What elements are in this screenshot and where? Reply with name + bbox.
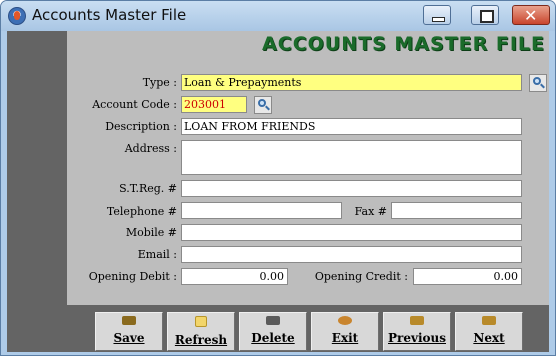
close-button[interactable]: ✕: [512, 5, 550, 25]
maximize-button[interactable]: [471, 5, 499, 25]
form-panel: ACCOUNTS MASTER FILE Type : Loan & Prepa…: [67, 31, 549, 305]
maximize-icon: [480, 10, 494, 23]
next-button-label: Next: [473, 331, 505, 345]
magnifier-handle: [540, 83, 545, 89]
save-button-label: Save: [113, 331, 145, 345]
opening-credit-field[interactable]: 0.00: [413, 268, 522, 285]
streg-field[interactable]: [181, 180, 522, 197]
fast-forward-icon: [482, 316, 496, 325]
page-title: ACCOUNTS MASTER FILE: [262, 33, 545, 55]
delete-button-label: Delete: [251, 331, 295, 345]
previous-button[interactable]: Previous: [383, 312, 451, 351]
fax-label: Fax #: [354, 205, 387, 218]
account-code-field[interactable]: 203001: [181, 96, 247, 113]
mobile-field[interactable]: [181, 224, 522, 241]
exit-icon: [338, 316, 352, 325]
telephone-field[interactable]: [181, 202, 342, 219]
minimize-icon: [432, 17, 445, 22]
window-title: Accounts Master File: [32, 6, 187, 24]
opening-debit-label: Opening Debit :: [88, 270, 177, 283]
address-field[interactable]: [181, 140, 522, 175]
account-code-lookup-button[interactable]: [254, 96, 272, 114]
type-field[interactable]: Loan & Prepayments: [181, 74, 522, 91]
account-code-label: Account Code :: [92, 98, 177, 111]
magnifier-handle: [265, 105, 270, 111]
close-icon: ✕: [524, 6, 538, 25]
rewind-icon: [410, 316, 424, 325]
mobile-label: Mobile #: [125, 226, 177, 239]
title-bar[interactable]: Accounts Master File ✕: [1, 1, 555, 31]
type-lookup-button[interactable]: [529, 74, 547, 92]
opening-debit-field[interactable]: 0.00: [181, 268, 288, 285]
exit-button[interactable]: Exit: [311, 312, 379, 351]
type-label: Type :: [142, 76, 177, 89]
exit-button-label: Exit: [331, 331, 359, 345]
folder-icon: [195, 316, 207, 327]
accounts-master-window: Accounts Master File ✕ ACCOUNTS MASTER F…: [0, 0, 556, 356]
refresh-button[interactable]: Refresh: [167, 312, 235, 351]
save-icon: [122, 316, 136, 325]
streg-label: S.T.Reg. #: [119, 182, 177, 195]
minimize-button[interactable]: [423, 5, 451, 25]
email-label: Email :: [137, 248, 177, 261]
delete-button[interactable]: Delete: [239, 312, 307, 351]
previous-button-label: Previous: [388, 331, 446, 345]
description-label: Description :: [105, 120, 177, 133]
app-icon[interactable]: [8, 7, 26, 25]
next-button[interactable]: Next: [455, 312, 523, 351]
delete-icon: [266, 316, 280, 325]
address-label: Address :: [124, 142, 177, 155]
email-field[interactable]: [181, 246, 522, 263]
description-field[interactable]: LOAN FROM FRIENDS: [181, 118, 522, 135]
telephone-label: Telephone #: [106, 205, 177, 218]
fax-field[interactable]: [391, 202, 522, 219]
opening-credit-label: Opening Credit :: [314, 270, 408, 283]
refresh-button-label: Refresh: [174, 333, 228, 347]
client-area: ACCOUNTS MASTER FILE Type : Loan & Prepa…: [7, 31, 549, 352]
save-button[interactable]: Save: [95, 312, 163, 351]
